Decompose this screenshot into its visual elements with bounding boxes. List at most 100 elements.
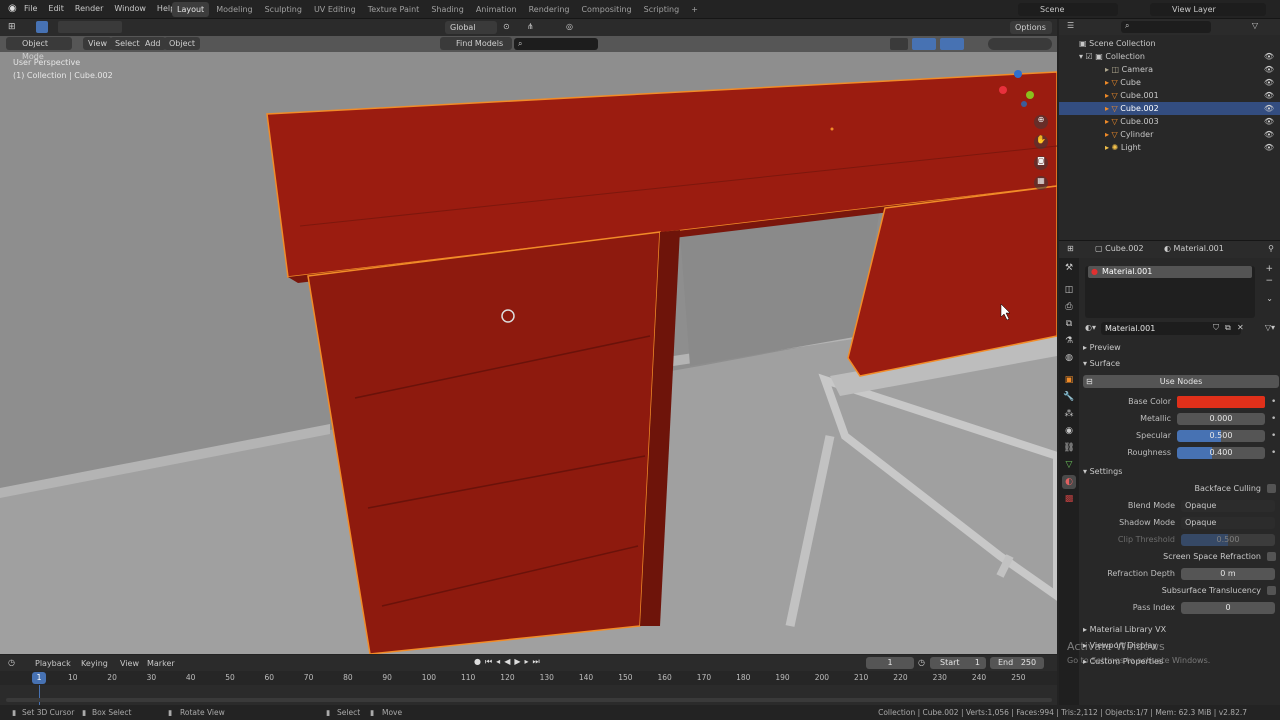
shadow-mode-dropdown[interactable]: Opaque — [1181, 516, 1275, 529]
base-color-swatch[interactable] — [1177, 395, 1265, 408]
specular-slider[interactable]: 0.500 — [1177, 429, 1265, 442]
mode-dropdown[interactable]: Object Mode — [6, 37, 72, 61]
outliner-item-light[interactable]: ▸ ✺ Light 👁 — [1059, 141, 1280, 154]
end-frame-field[interactable]: End 250 — [990, 657, 1044, 669]
modifier-tab-icon[interactable]: 🔧 — [1062, 390, 1076, 404]
tab-compositing[interactable]: Compositing — [576, 2, 636, 17]
timeline-view-menu[interactable]: View — [120, 659, 139, 668]
menu-render[interactable]: Render — [75, 4, 103, 13]
unlink-close-icon[interactable]: ✕ — [1237, 323, 1244, 332]
add-menu[interactable]: Add — [140, 37, 166, 50]
tab-sculpting[interactable]: Sculpting — [260, 2, 307, 17]
material-tab-icon[interactable]: ◐ — [1062, 475, 1076, 489]
settings-panel-header[interactable]: ▾ Settings — [1083, 464, 1279, 480]
world-tab-icon[interactable]: ◍ — [1062, 351, 1076, 365]
eye-icon[interactable]: 👁 — [1264, 102, 1274, 115]
outliner-item-cube-003[interactable]: ▸ ▽ Cube.003 👁 — [1059, 115, 1280, 128]
render-tab-icon[interactable]: ◫ — [1062, 283, 1076, 297]
tab-modeling[interactable]: Modeling — [211, 2, 257, 17]
shading-mode-buttons[interactable] — [988, 38, 1052, 50]
ssr-checkbox[interactable] — [1267, 552, 1276, 561]
eye-icon[interactable]: 👁 — [1264, 115, 1274, 128]
marker-menu[interactable]: Marker — [147, 659, 175, 668]
pivot-icon[interactable]: ⊙ — [503, 22, 510, 31]
preview-panel-header[interactable]: ▸ Preview — [1083, 340, 1279, 356]
pan-hand-icon[interactable]: ✋ — [1034, 135, 1048, 149]
camera-view-icon[interactable]: ◙ — [1034, 156, 1048, 170]
playback-controls[interactable]: ●⏮◂◀▶▸⏭ — [474, 657, 566, 669]
select-tool-icon[interactable] — [36, 21, 48, 33]
current-frame-field[interactable]: 1 — [866, 657, 914, 669]
outliner-scene-collection[interactable]: ▣ Scene Collection — [1059, 37, 1280, 50]
eye-icon[interactable]: 👁 — [1264, 50, 1274, 63]
filter-icon[interactable]: ▽ — [1252, 21, 1258, 30]
material-name-field[interactable]: Material.001 — [1101, 322, 1241, 335]
proportional-icon[interactable]: ◎ — [566, 22, 573, 31]
editor-type-icon[interactable]: ⊞ — [8, 22, 16, 32]
refraction-depth-field[interactable]: 0 m — [1181, 567, 1275, 580]
frame-ruler[interactable]: 10 20 30 40 50 60 70 80 90 100 110 120 130 140 150 160 1… — [0, 671, 1057, 685]
zoom-icon[interactable]: ⊕ — [1034, 115, 1048, 129]
sss-checkbox[interactable] — [1267, 586, 1276, 595]
overlay-toggle-icon[interactable] — [940, 38, 964, 50]
outliner-search-input[interactable]: ⌕ — [1121, 21, 1211, 33]
tool-tab-icon[interactable]: ⚒ — [1062, 261, 1076, 275]
keyframe-dot-icon[interactable]: • — [1271, 431, 1276, 441]
pin-icon[interactable]: ⚲ — [1268, 244, 1274, 253]
properties-editor-icon[interactable]: ⊞ — [1067, 244, 1074, 253]
transform-orientation-dropdown[interactable]: Global — [445, 21, 497, 34]
link-dropdown-icon[interactable]: ▽▾ — [1265, 323, 1275, 332]
outliner-item-camera[interactable]: ▸ ◫ Camera 👁 — [1059, 63, 1280, 76]
object-menu[interactable]: Object — [164, 37, 201, 50]
output-tab-icon[interactable]: ⎙ — [1062, 300, 1076, 314]
snap-icon[interactable]: ⋔ — [527, 22, 534, 31]
blend-mode-dropdown[interactable]: Opaque — [1181, 499, 1275, 512]
roughness-slider[interactable]: 0.400 — [1177, 446, 1265, 459]
browse-material-icon[interactable]: ◐▾ — [1085, 323, 1096, 332]
find-search-input[interactable]: ⌕ — [514, 38, 598, 50]
material-library-panel-header[interactable]: ▸ Material Library VX — [1083, 622, 1279, 638]
eye-icon[interactable]: 👁 — [1264, 141, 1274, 154]
backface-checkbox[interactable] — [1267, 484, 1276, 493]
tab-rendering[interactable]: Rendering — [524, 2, 575, 17]
surface-panel-header[interactable]: ▾ Surface — [1083, 356, 1279, 372]
tab-layout[interactable]: Layout — [172, 2, 210, 17]
constraints-tab-icon[interactable]: ⛓ — [1062, 441, 1076, 455]
tab-uv-editing[interactable]: UV Editing — [309, 2, 361, 17]
visibility-filter-icon[interactable] — [890, 38, 908, 50]
outliner-item-cube-002[interactable]: ▸ ▽ Cube.002 👁 — [1059, 102, 1280, 115]
grid-ortho-icon[interactable]: ▦ — [1034, 176, 1048, 190]
outliner-item-cube-001[interactable]: ▸ ▽ Cube.001 👁 — [1059, 89, 1280, 102]
keyframe-dot-icon[interactable]: • — [1271, 397, 1276, 407]
data-tab-icon[interactable]: ▽ — [1062, 458, 1076, 472]
tab-scripting[interactable]: Scripting — [639, 2, 685, 17]
view-menu[interactable]: View — [83, 37, 112, 50]
scene-selector[interactable]: Scene — [1018, 3, 1118, 16]
timeline-scrollbar[interactable] — [6, 698, 1052, 702]
view-layer-tab-icon[interactable]: ⧉ — [1062, 317, 1076, 331]
add-slot-icon[interactable]: + — [1265, 264, 1273, 274]
clip-threshold-slider[interactable]: 0.500 — [1181, 533, 1275, 546]
outliner-item-cylinder[interactable]: ▸ ▽ Cylinder 👁 — [1059, 128, 1280, 141]
scene-tab-icon[interactable]: ⚗ — [1062, 334, 1076, 348]
pass-index-field[interactable]: 0 — [1181, 601, 1275, 614]
outliner-item-cube[interactable]: ▸ ▽ Cube 👁 — [1059, 76, 1280, 89]
particles-tab-icon[interactable]: ⁂ — [1062, 407, 1076, 421]
slot-menu-chevron-icon[interactable]: ⌄ — [1266, 294, 1273, 303]
start-frame-field[interactable]: Start 1 — [930, 657, 986, 669]
timeline-area[interactable]: 10 20 30 40 50 60 70 80 90 100 110 120 130 140 150 160 1… — [0, 671, 1057, 705]
use-nodes-button[interactable]: ⊟ Use Nodes — [1083, 375, 1279, 388]
object-tab-icon[interactable]: ▣ — [1062, 373, 1076, 387]
menu-edit[interactable]: Edit — [48, 4, 64, 13]
view-layer-selector[interactable]: View Layer — [1150, 3, 1266, 16]
keyframe-dot-icon[interactable]: • — [1271, 448, 1276, 458]
texture-tab-icon[interactable]: ▩ — [1062, 492, 1076, 506]
gizmo-toggle-icon[interactable] — [912, 38, 936, 50]
select-mode-buttons[interactable] — [58, 21, 122, 33]
material-slot-item[interactable]: ● Material.001 — [1088, 266, 1252, 278]
playhead-frame-indicator[interactable]: 1 — [32, 672, 46, 684]
timeline-editor-icon[interactable]: ◷ — [8, 658, 15, 667]
menu-window[interactable]: Window — [114, 4, 146, 13]
tab-texture-paint[interactable]: Texture Paint — [363, 2, 425, 17]
tab-shading[interactable]: Shading — [426, 2, 469, 17]
